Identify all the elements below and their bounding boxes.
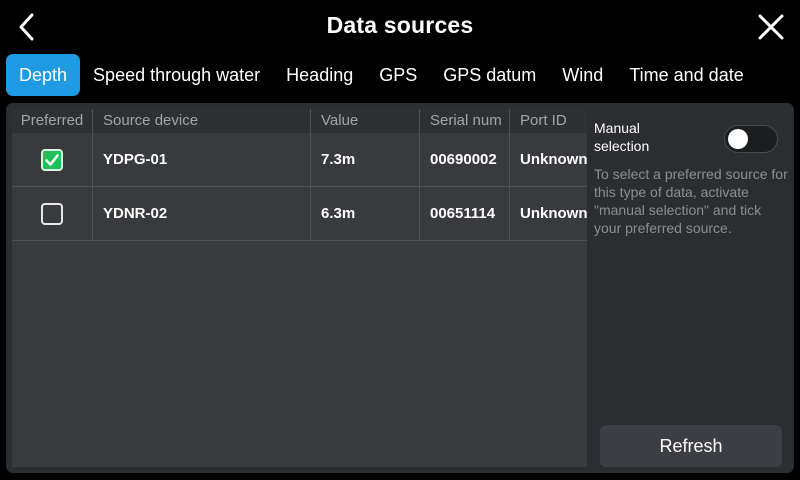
toggle-knob: [728, 129, 748, 149]
manual-selection-toggle[interactable]: [724, 125, 778, 153]
port-id-cell: Unknown: [520, 151, 587, 168]
tab-gps-datum[interactable]: GPS datum: [430, 54, 549, 96]
preferred-checkbox[interactable]: [41, 202, 63, 225]
preferred-checkbox[interactable]: [41, 148, 63, 171]
page-title: Data sources: [326, 12, 474, 38]
tab-heading[interactable]: Heading: [273, 54, 366, 96]
column-header-source-device: Source device: [93, 109, 311, 133]
tab-depth[interactable]: Depth: [6, 54, 81, 96]
serial-num-cell: 00690002: [420, 133, 510, 186]
serial-num-cell: 00651114: [420, 187, 510, 240]
manual-selection-label: Manual selection: [594, 120, 650, 154]
preferred-cell: [12, 187, 93, 240]
tab-bar: Depth Speed through water Heading GPS GP…: [6, 54, 757, 96]
column-header-preferred: Preferred: [12, 109, 93, 133]
tab-time-and-date[interactable]: Time and date: [616, 54, 756, 96]
value-cell: 7.3m: [311, 133, 420, 186]
content-panel: Preferred Source device Value Serial num…: [6, 103, 794, 473]
tab-wind[interactable]: Wind: [549, 54, 616, 96]
checkmark-icon: [45, 153, 59, 166]
top-bar: Data sources: [0, 0, 800, 54]
tab-gps[interactable]: GPS: [366, 54, 430, 96]
refresh-button[interactable]: Refresh: [600, 425, 782, 467]
tab-speed-through-water[interactable]: Speed through water: [80, 54, 273, 96]
manual-selection-help-text: To select a preferred source for this ty…: [594, 166, 788, 236]
port-id-cell: Unknown: [520, 205, 587, 222]
manual-selection-section: Manual selection To select a preferred s…: [594, 119, 790, 237]
source-device-cell: YDPG-01: [93, 133, 311, 186]
source-device-cell: YDNR-02: [93, 187, 311, 240]
close-button[interactable]: [754, 10, 788, 44]
value-cell: 6.3m: [311, 187, 420, 240]
close-icon: [758, 14, 784, 40]
table-header: Preferred Source device Value Serial num…: [12, 109, 587, 133]
table-row: YDPG-01 7.3m 00690002 Unknown: [12, 133, 587, 187]
preferred-cell: [12, 133, 93, 186]
sources-table: Preferred Source device Value Serial num…: [12, 109, 587, 467]
column-header-port-id: Port ID: [520, 112, 567, 129]
column-header-value: Value: [311, 109, 420, 133]
table-row: YDNR-02 6.3m 00651114 Unknown: [12, 187, 587, 241]
column-header-serial-num: Serial num: [420, 109, 510, 133]
